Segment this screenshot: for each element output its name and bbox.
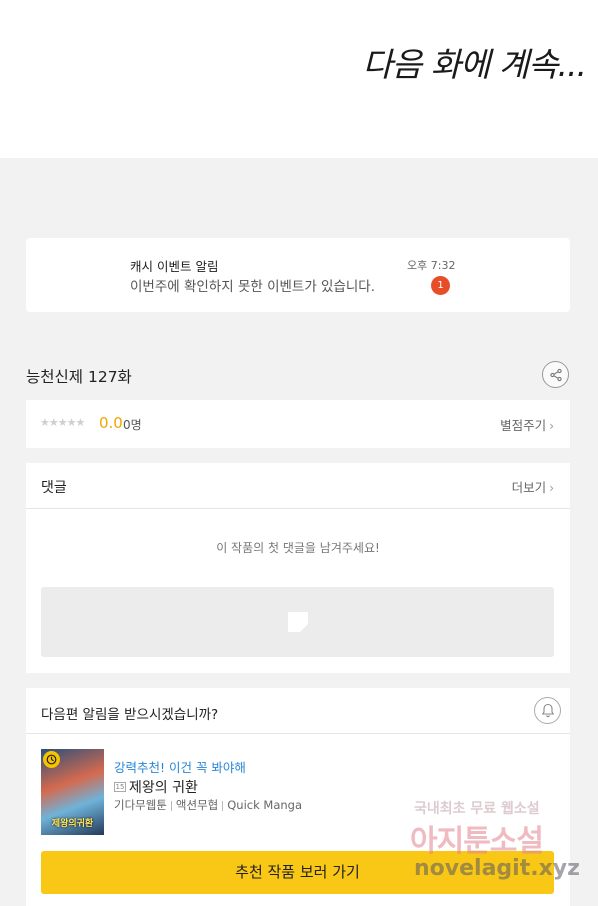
thumbnail-title-art: 제왕의귀환 — [51, 819, 94, 829]
bell-icon — [541, 703, 554, 718]
divider — [26, 508, 570, 509]
site-watermark: 국내최초 무료 웹소설 아지툰소설 novelagit.xyz — [410, 796, 590, 896]
comment-input[interactable] — [41, 587, 554, 657]
share-icon — [549, 368, 562, 381]
meta-source: Quick Manga — [227, 798, 303, 812]
comments-more-link[interactable]: 더보기 › — [512, 477, 554, 496]
rating-card: ★★★★★ 0.0 0명 별점주기 › — [26, 400, 570, 448]
notification-card[interactable]: 캐시 이벤트 알림 이번주에 확인하지 못한 이벤트가 있습니다. 오후 7:3… — [26, 238, 570, 312]
notification-title: 캐시 이벤트 알림 — [130, 259, 219, 274]
note-icon — [288, 612, 308, 632]
rate-button[interactable]: 별점주기 › — [500, 415, 554, 434]
divider — [170, 800, 172, 811]
rate-button-label: 별점주기 — [500, 418, 547, 433]
watermark-line-2: 아지툰소설 — [410, 824, 544, 859]
meta-platform: 기다무웹툰 — [114, 798, 167, 812]
divider — [222, 800, 224, 811]
age-rating-badge: 15 — [114, 782, 126, 792]
recommendation-thumbnail[interactable]: 제왕의귀환 — [41, 749, 104, 835]
comments-section: 댓글 더보기 › 이 작품의 첫 댓글을 남겨주세요! — [26, 463, 570, 673]
notify-bell-button[interactable] — [534, 697, 561, 724]
chevron-right-icon: › — [549, 419, 554, 433]
notification-time: 오후 7:32 — [407, 259, 456, 272]
recommendation-meta: 기다무웹툰 액션무협 Quick Manga — [114, 797, 302, 813]
rating-score: 0.0 — [99, 414, 123, 432]
recommendation-title-row[interactable]: 15 제왕의 귀환 — [114, 777, 198, 797]
notification-body: 이번주에 확인하지 못한 이벤트가 있습니다. — [130, 279, 376, 295]
clock-icon — [43, 751, 60, 768]
watermark-line-1: 국내최초 무료 웹소설 — [414, 801, 540, 817]
rating-stars: ★★★★★ — [40, 416, 85, 429]
divider — [26, 733, 570, 734]
chevron-right-icon: › — [549, 481, 554, 495]
recommendation-title: 제왕의 귀환 — [129, 780, 198, 796]
comments-header: 댓글 — [41, 480, 67, 496]
episode-title: 능천신제 127화 — [26, 368, 132, 386]
meta-genre: 액션무협 — [175, 798, 219, 812]
next-episode-question: 다음편 알림을 받으시겠습니까? — [41, 707, 219, 723]
comic-end-text: 다음 화에 계속... — [362, 45, 587, 84]
comments-empty-message: 이 작품의 첫 댓글을 남겨주세요! — [216, 541, 380, 555]
recommendation-tag: 강력추천! 이건 꼭 봐야해 — [114, 760, 246, 775]
share-button[interactable] — [542, 361, 569, 388]
comic-end-panel: 다음 화에 계속... — [0, 0, 598, 158]
watermark-line-3: novelagit.xyz — [414, 856, 580, 881]
comments-more-label: 더보기 — [511, 480, 547, 495]
notification-badge: 1 — [431, 276, 450, 295]
rating-count: 0명 — [123, 418, 142, 432]
